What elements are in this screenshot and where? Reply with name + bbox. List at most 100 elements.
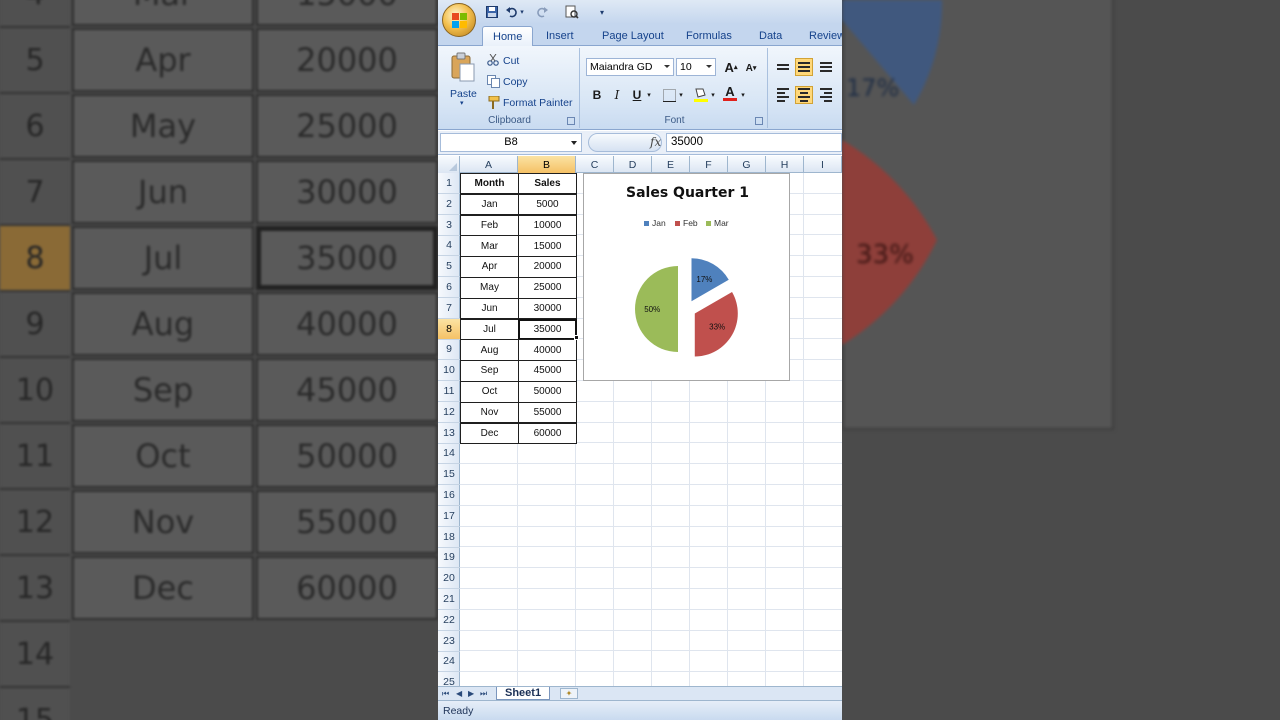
column-header-i[interactable]: I: [804, 156, 842, 173]
next-sheet-icon[interactable]: ▶: [468, 689, 474, 698]
row-header-19[interactable]: 19: [438, 547, 460, 569]
row-header-15[interactable]: 15: [438, 464, 460, 486]
column-header-b[interactable]: B: [518, 156, 576, 173]
sales-cell[interactable]: 30000: [518, 297, 577, 320]
underline-button[interactable]: U: [628, 86, 646, 104]
month-cell[interactable]: Feb: [460, 214, 519, 237]
table-header-sales[interactable]: Sales: [518, 173, 577, 194]
row-header-25[interactable]: 25: [438, 672, 460, 686]
tab-home[interactable]: Home: [482, 26, 534, 47]
format-painter-button[interactable]: Format Painter: [503, 97, 572, 109]
insert-sheet-icon[interactable]: ✦: [560, 688, 578, 699]
align-right-button[interactable]: [817, 86, 835, 104]
column-header-d[interactable]: D: [614, 156, 652, 173]
table-header-month[interactable]: Month: [460, 173, 519, 194]
row-header-8[interactable]: 8: [438, 318, 460, 340]
row-header-16[interactable]: 16: [438, 485, 460, 506]
undo-dropdown-icon[interactable]: ▾: [518, 4, 526, 20]
sales-cell[interactable]: 60000: [518, 422, 577, 445]
month-cell[interactable]: Jan: [460, 193, 519, 216]
copy-button[interactable]: Copy: [503, 76, 528, 88]
copy-icon[interactable]: [486, 74, 500, 88]
row-header-18[interactable]: 18: [438, 527, 460, 548]
column-header-e[interactable]: E: [652, 156, 690, 173]
row-header-20[interactable]: 20: [438, 568, 460, 590]
align-center-button[interactable]: [795, 86, 813, 104]
prev-sheet-icon[interactable]: ◀: [456, 689, 462, 698]
borders-icon[interactable]: [660, 86, 678, 104]
fill-handle[interactable]: [574, 335, 579, 340]
redo-icon[interactable]: [534, 4, 550, 20]
column-header-f[interactable]: F: [690, 156, 728, 173]
shrink-font-button[interactable]: A ▾: [742, 59, 760, 77]
month-cell[interactable]: Dec: [460, 422, 519, 445]
grow-font-button[interactable]: A ▴: [722, 58, 740, 76]
sales-cell[interactable]: 45000: [518, 360, 577, 382]
column-header-a[interactable]: A: [460, 156, 518, 173]
first-sheet-icon[interactable]: ⏮: [442, 689, 449, 699]
borders-dropdown-icon[interactable]: ▾: [677, 86, 685, 104]
underline-dropdown-icon[interactable]: ▾: [645, 86, 653, 104]
paste-button[interactable]: Paste ▾: [446, 50, 480, 110]
row-header-1[interactable]: 1: [438, 173, 460, 194]
align-top-button[interactable]: [774, 58, 792, 76]
row-header-4[interactable]: 4: [438, 235, 460, 257]
tab-insert[interactable]: Insert: [546, 26, 574, 46]
align-bottom-button[interactable]: [817, 58, 835, 76]
row-header-6[interactable]: 6: [438, 277, 460, 298]
last-sheet-icon[interactable]: ⏭: [480, 689, 487, 699]
format-painter-icon[interactable]: [486, 95, 500, 109]
select-all-button[interactable]: [438, 156, 460, 173]
print-preview-icon[interactable]: [564, 4, 580, 20]
cut-button[interactable]: Cut: [503, 55, 519, 67]
row-header-3[interactable]: 3: [438, 215, 460, 236]
align-left-button[interactable]: [774, 86, 792, 104]
font-name-select[interactable]: Maiandra GD: [586, 58, 674, 76]
row-header-5[interactable]: 5: [438, 256, 460, 278]
row-header-14[interactable]: 14: [438, 443, 460, 465]
sales-cell[interactable]: 50000: [518, 381, 577, 403]
formula-input[interactable]: 35000: [666, 133, 842, 152]
font-size-select[interactable]: 10: [676, 58, 716, 76]
column-header-c[interactable]: C: [576, 156, 614, 173]
sheet-tab-sheet1[interactable]: Sheet1: [496, 687, 551, 700]
sales-cell[interactable]: 10000: [518, 214, 577, 237]
row-header-11[interactable]: 11: [438, 381, 460, 402]
customize-toolbar-icon[interactable]: ▾: [594, 4, 610, 20]
sales-cell[interactable]: 15000: [518, 235, 577, 257]
bold-button[interactable]: B: [588, 86, 606, 104]
active-cell[interactable]: 35000: [518, 318, 577, 341]
save-icon[interactable]: [484, 4, 500, 20]
tab-review[interactable]: Review: [809, 26, 842, 46]
month-cell[interactable]: Jul: [460, 318, 519, 341]
sales-cell[interactable]: 20000: [518, 256, 577, 278]
row-header-22[interactable]: 22: [438, 610, 460, 631]
font-color-button[interactable]: A: [721, 84, 739, 102]
row-header-2[interactable]: 2: [438, 194, 460, 215]
month-cell[interactable]: Sep: [460, 360, 519, 382]
row-header-24[interactable]: 24: [438, 651, 460, 673]
fill-color-icon[interactable]: [692, 85, 710, 103]
column-header-g[interactable]: G: [728, 156, 766, 173]
insert-function-icon[interactable]: fx: [650, 135, 661, 149]
month-cell[interactable]: Mar: [460, 235, 519, 257]
month-cell[interactable]: Apr: [460, 256, 519, 278]
row-header-12[interactable]: 12: [438, 402, 460, 423]
pie-chart[interactable]: Sales Quarter 1 Jan Feb Mar 17% 33% 50%: [583, 173, 790, 381]
font-color-dropdown-icon[interactable]: ▾: [739, 86, 747, 104]
office-button[interactable]: [442, 3, 476, 37]
row-header-17[interactable]: 17: [438, 506, 460, 527]
row-header-13[interactable]: 13: [438, 423, 460, 444]
tab-data[interactable]: Data: [759, 26, 782, 46]
month-cell[interactable]: Oct: [460, 381, 519, 403]
clipboard-dialog-launcher[interactable]: [567, 117, 575, 125]
sales-cell[interactable]: 55000: [518, 401, 577, 424]
sales-cell[interactable]: 5000: [518, 193, 577, 216]
row-header-9[interactable]: 9: [438, 339, 460, 361]
sales-cell[interactable]: 40000: [518, 339, 577, 361]
sales-cell[interactable]: 25000: [518, 277, 577, 299]
cut-icon[interactable]: [486, 53, 500, 67]
row-header-10[interactable]: 10: [438, 360, 460, 382]
tab-page-layout[interactable]: Page Layout: [602, 26, 664, 46]
month-cell[interactable]: Jun: [460, 297, 519, 320]
